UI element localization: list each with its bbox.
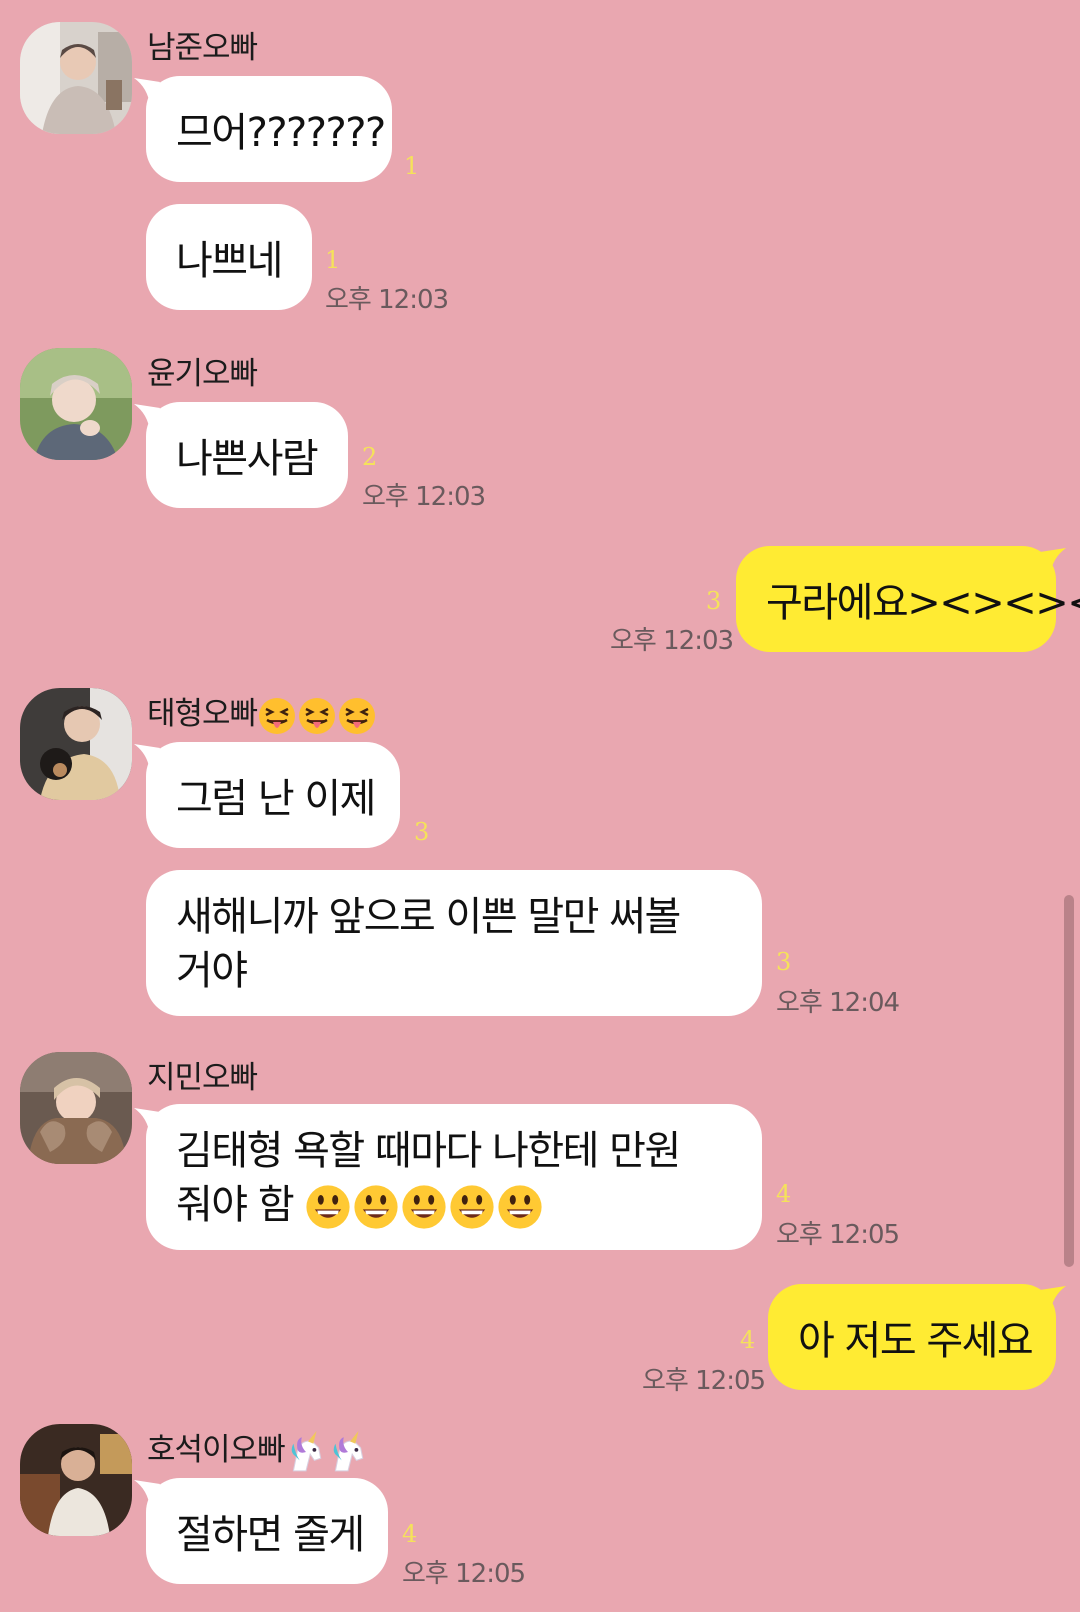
- timestamp: 오후 12:05: [642, 1366, 766, 1396]
- message-bubble[interactable]: 나쁜사람: [146, 402, 348, 508]
- my-message-bubble[interactable]: 아 저도 주세요: [768, 1284, 1056, 1390]
- timestamp: 오후 12:05: [402, 1559, 526, 1589]
- sender-name: 남준오빠: [147, 30, 258, 66]
- message-text: 나쁜사람: [176, 436, 319, 482]
- grinning-face-emoji: [450, 1185, 494, 1229]
- grinning-face-emoji: [306, 1185, 350, 1229]
- message-bubble[interactable]: 므어???????: [146, 76, 392, 182]
- grinning-face-emoji: [354, 1185, 398, 1229]
- message-text-line: 거야: [176, 948, 248, 994]
- squinting-tongue-emoji: [259, 697, 296, 734]
- squinting-tongue-emoji: [339, 697, 376, 734]
- squinting-tongue-emoji: [299, 697, 336, 734]
- my-message-bubble[interactable]: 구라에요><><><: [736, 546, 1080, 652]
- timestamp: 오후 12:04: [776, 988, 900, 1018]
- message-text: 나쁘네: [176, 238, 283, 284]
- avatar-taehyung[interactable]: [20, 688, 132, 800]
- avatar-yoongi[interactable]: [20, 348, 132, 460]
- sender-name: 호석이오빠: [147, 1424, 369, 1473]
- message-bubble[interactable]: 김태형 욕할 때마다 나한테 만원 줘야 함: [146, 1104, 762, 1250]
- sender-name: 윤기오빠: [147, 356, 258, 392]
- avatar-namjoon[interactable]: [20, 22, 132, 134]
- unicorn-emoji: [333, 1430, 363, 1471]
- bubble-tail: [1040, 1286, 1066, 1314]
- message-text-line: 김태형 욕할 때마다 나한테 만원: [176, 1128, 681, 1174]
- unicorn-emoji: [291, 1430, 321, 1471]
- profile-photo: [20, 688, 132, 800]
- message-text: 그럼 난 이제: [176, 776, 376, 822]
- unread-count: 4: [776, 1180, 792, 1208]
- scrollbar[interactable]: [1064, 895, 1074, 1267]
- chat-room[interactable]: 남준오빠 므어??????? 1 나쁘네 1 오후 12:03 윤기오빠 나쁜사…: [0, 0, 1080, 1612]
- unread-count: 3: [414, 818, 430, 846]
- message-bubble[interactable]: 그럼 난 이제: [146, 742, 400, 848]
- profile-photo: [20, 348, 132, 460]
- unread-count: 1: [404, 152, 420, 180]
- grinning-face-emoji: [402, 1185, 446, 1229]
- profile-photo: [20, 1424, 132, 1536]
- message-text: 아 저도 주세요: [798, 1318, 1034, 1364]
- avatar-jimin[interactable]: [20, 1052, 132, 1164]
- message-text: 므어???????: [176, 110, 386, 156]
- profile-photo: [20, 1052, 132, 1164]
- message-text-line: 새해니까 앞으로 이쁜 말만 써볼: [176, 894, 681, 940]
- bubble-tail: [1040, 548, 1066, 576]
- unread-count: 4: [740, 1326, 756, 1354]
- sender-name: 태형오빠: [147, 688, 377, 736]
- timestamp: 오후 12:03: [325, 285, 449, 315]
- timestamp: 오후 12:05: [776, 1220, 900, 1250]
- profile-photo: [20, 22, 132, 134]
- unread-count: 3: [706, 587, 722, 615]
- unread-count: 1: [325, 246, 341, 274]
- avatar-hoseok[interactable]: [20, 1424, 132, 1536]
- timestamp: 오후 12:03: [610, 626, 734, 656]
- message-bubble[interactable]: 나쁘네: [146, 204, 312, 310]
- grinning-face-emoji: [498, 1185, 542, 1229]
- unread-count: 2: [362, 443, 378, 471]
- message-text: 절하면 줄게: [176, 1512, 365, 1558]
- sender-name: 지민오빠: [147, 1060, 258, 1096]
- message-bubble[interactable]: 절하면 줄게: [146, 1478, 388, 1584]
- unread-count: 4: [402, 1520, 418, 1548]
- timestamp: 오후 12:03: [362, 482, 486, 512]
- unread-count: 3: [776, 948, 792, 976]
- message-bubble[interactable]: 새해니까 앞으로 이쁜 말만 써볼 거야: [146, 870, 762, 1016]
- message-text: 구라에요><><><: [766, 580, 1080, 626]
- message-text-line: 줘야 함: [176, 1182, 295, 1228]
